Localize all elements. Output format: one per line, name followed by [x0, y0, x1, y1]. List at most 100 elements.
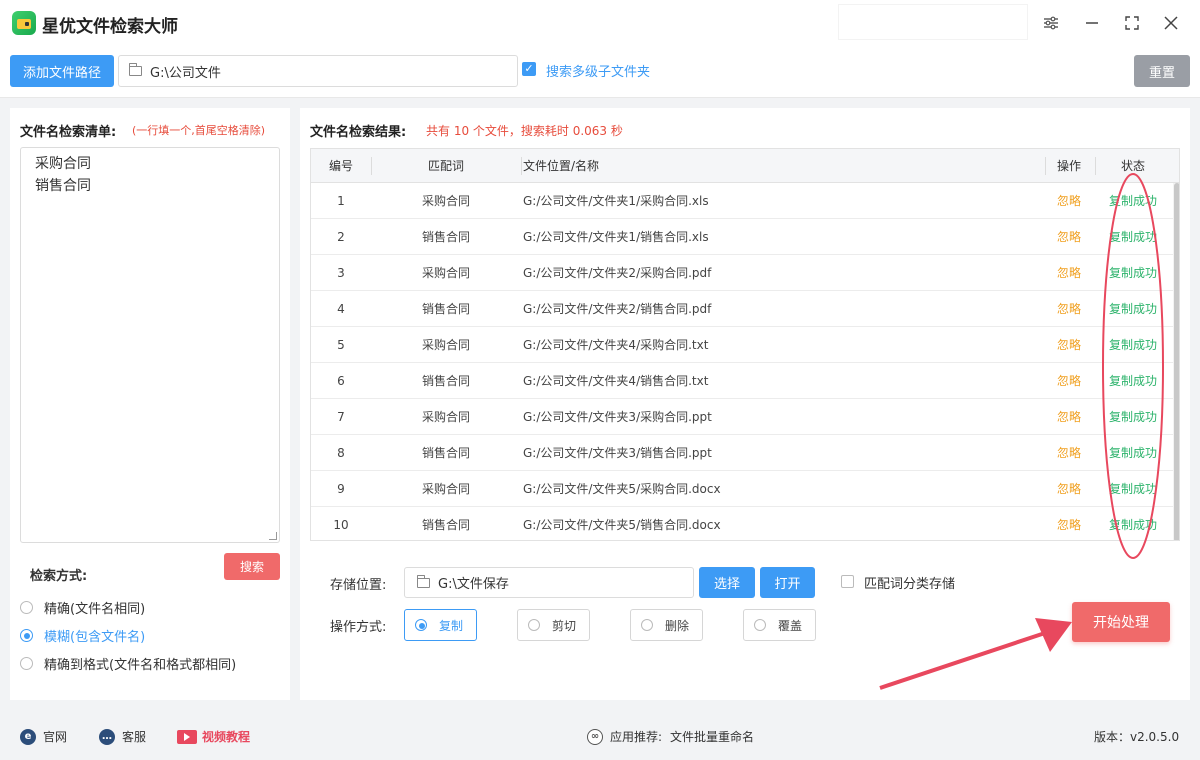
table-row[interactable]: 6 销售合同 G:/公司文件/文件夹4/销售合同.txt 忽略 复制成功: [311, 363, 1173, 399]
maximize-icon[interactable]: [1120, 11, 1144, 35]
cell-path: G:/公司文件/文件夹4/采购合同.txt: [523, 338, 709, 352]
ignore-link[interactable]: 忽略: [1049, 291, 1089, 327]
search-button[interactable]: 搜索: [224, 553, 280, 580]
radio-icon: [641, 619, 653, 631]
column-header-op[interactable]: 操作: [1049, 149, 1089, 183]
open-folder-button[interactable]: 打开: [760, 567, 815, 598]
scroll-thumb[interactable]: [1174, 183, 1179, 540]
app-logo-icon: [12, 11, 36, 35]
cell-path: G:/公司文件/文件夹4/销售合同.txt: [523, 374, 709, 388]
table-row[interactable]: 3 采购合同 G:/公司文件/文件夹2/采购合同.pdf 忽略 复制成功: [311, 255, 1173, 291]
cell-keyword: 销售合同: [421, 302, 470, 316]
mode-label: 精确到格式(文件名和格式都相同): [44, 658, 237, 673]
op-label: 复制: [439, 618, 464, 633]
settings-sliders-icon[interactable]: [1039, 11, 1063, 35]
keyword-textarea[interactable]: 采购合同 销售合同: [20, 147, 280, 543]
toolbar: 添加文件路径 G:\公司文件 ✓ 搜索多级子文件夹 重置: [0, 46, 1200, 98]
radio-icon: [415, 619, 427, 631]
status-label: 复制成功: [1108, 302, 1157, 316]
mode-fuzzy-option[interactable]: 模糊(包含文件名): [20, 626, 145, 645]
op-overwrite-option[interactable]: 覆盖: [743, 609, 816, 641]
classify-label[interactable]: 匹配词分类存储: [864, 573, 955, 592]
storage-path-value: G:\文件保存: [438, 577, 509, 592]
status-label: 复制成功: [1108, 446, 1157, 460]
table-row[interactable]: 4 销售合同 G:/公司文件/文件夹2/销售合同.pdf 忽略 复制成功: [311, 291, 1173, 327]
add-path-button[interactable]: 添加文件路径: [10, 55, 114, 87]
op-copy-option[interactable]: 复制: [404, 609, 477, 641]
status-label: 复制成功: [1108, 374, 1157, 388]
table-row[interactable]: 5 采购合同 G:/公司文件/文件夹4/采购合同.txt 忽略 复制成功: [311, 327, 1173, 363]
cell-no: 4: [337, 302, 345, 316]
ignore-link[interactable]: 忽略: [1049, 435, 1089, 471]
title-blank-area: [838, 4, 1028, 40]
column-header-path[interactable]: 文件位置/名称: [523, 149, 1043, 183]
table-row[interactable]: 2 销售合同 G:/公司文件/文件夹1/销售合同.xls 忽略 复制成功: [311, 219, 1173, 255]
ignore-link[interactable]: 忽略: [1049, 363, 1089, 399]
reset-button[interactable]: 重置: [1134, 55, 1190, 87]
ignore-link[interactable]: 忽略: [1049, 219, 1089, 255]
mode-exact-option[interactable]: 精确(文件名相同): [20, 598, 145, 617]
column-header-no[interactable]: 编号: [311, 149, 371, 183]
status-label: 复制成功: [1108, 230, 1157, 244]
storage-path-input[interactable]: G:\文件保存: [404, 567, 694, 598]
keyword-panel: 文件名检索清单: (一行填一个,首尾空格清除) 采购合同 销售合同 检索方式: …: [10, 108, 290, 700]
table-row[interactable]: 1 采购合同 G:/公司文件/文件夹1/采购合同.xls 忽略 复制成功: [311, 183, 1173, 219]
select-folder-button[interactable]: 选择: [699, 567, 755, 598]
video-tutorial-link[interactable]: 视频教程: [177, 728, 250, 745]
cell-path: G:/公司文件/文件夹1/采购合同.xls: [523, 194, 709, 208]
results-summary: 共有 10 个文件，搜索耗时 0.063 秒: [426, 124, 623, 138]
status-label: 复制成功: [1108, 194, 1157, 208]
recommend-app-link[interactable]: 文件批量重命名: [670, 728, 754, 745]
ignore-link[interactable]: 忽略: [1049, 399, 1089, 435]
results-table: 编号 匹配词 文件位置/名称 操作 状态 1 采购合同 G:/公司文件/文件夹1/采…: [310, 148, 1180, 541]
cell-no: 2: [337, 230, 345, 244]
subfolder-label[interactable]: 搜索多级子文件夹: [546, 61, 650, 80]
cell-no: 9: [337, 482, 345, 496]
op-label: 覆盖: [778, 618, 803, 633]
mode-exact-format-option[interactable]: 精确到格式(文件名和格式都相同): [20, 654, 236, 673]
column-header-status[interactable]: 状态: [1097, 149, 1169, 183]
cell-path: G:/公司文件/文件夹5/销售合同.docx: [523, 518, 721, 532]
ignore-link[interactable]: 忽略: [1049, 327, 1089, 363]
ignore-link[interactable]: 忽略: [1049, 255, 1089, 291]
table-scrollbar[interactable]: [1173, 183, 1179, 540]
start-process-button[interactable]: 开始处理: [1072, 602, 1170, 642]
close-icon[interactable]: [1159, 11, 1183, 35]
table-row[interactable]: 8 销售合同 G:/公司文件/文件夹3/销售合同.ppt 忽略 复制成功: [311, 435, 1173, 471]
path-value: G:\公司文件: [150, 65, 221, 81]
cell-keyword: 采购合同: [421, 482, 470, 496]
radio-icon: [20, 657, 33, 670]
status-label: 复制成功: [1108, 482, 1157, 496]
op-label: 删除: [665, 618, 690, 633]
cell-keyword: 采购合同: [421, 194, 470, 208]
op-delete-option[interactable]: 删除: [630, 609, 703, 641]
service-label: 客服: [122, 730, 147, 744]
service-link[interactable]: … 客服: [99, 728, 146, 745]
ignore-link[interactable]: 忽略: [1049, 183, 1089, 219]
radio-icon: [754, 619, 766, 631]
table-row[interactable]: 7 采购合同 G:/公司文件/文件夹3/采购合同.ppt 忽略 复制成功: [311, 399, 1173, 435]
website-link[interactable]: e 官网: [20, 728, 67, 745]
table-row[interactable]: 9 采购合同 G:/公司文件/文件夹5/采购合同.docx 忽略 复制成功: [311, 471, 1173, 507]
subfolder-checkbox[interactable]: ✓: [522, 62, 536, 76]
cell-no: 10: [333, 518, 349, 532]
table-header: 编号 匹配词 文件位置/名称 操作 状态: [311, 149, 1179, 183]
version-label: 版本：v2.0.5.0: [1094, 730, 1180, 744]
table-row[interactable]: 10 销售合同 G:/公司文件/文件夹5/销售合同.docx 忽略 复制成功: [311, 507, 1173, 540]
op-cut-option[interactable]: 剪切: [517, 609, 590, 641]
ignore-link[interactable]: 忽略: [1049, 471, 1089, 507]
cell-no: 8: [337, 446, 345, 460]
resize-grip-icon[interactable]: [269, 532, 277, 540]
minimize-icon[interactable]: [1080, 11, 1104, 35]
results-panel: 文件名检索结果: 共有 10 个文件，搜索耗时 0.063 秒 编号 匹配词 文…: [300, 108, 1190, 700]
folder-icon: [129, 63, 142, 76]
cell-keyword: 销售合同: [421, 230, 470, 244]
column-header-keyword[interactable]: 匹配词: [371, 149, 521, 183]
ignore-link[interactable]: 忽略: [1049, 507, 1089, 540]
path-input[interactable]: G:\公司文件: [118, 55, 518, 87]
cell-no: 5: [337, 338, 345, 352]
cell-path: G:/公司文件/文件夹3/采购合同.ppt: [523, 410, 712, 424]
classify-checkbox[interactable]: [841, 575, 854, 588]
link-icon: ∞: [587, 728, 603, 745]
keyword-list-title: 文件名检索清单:: [20, 125, 117, 140]
